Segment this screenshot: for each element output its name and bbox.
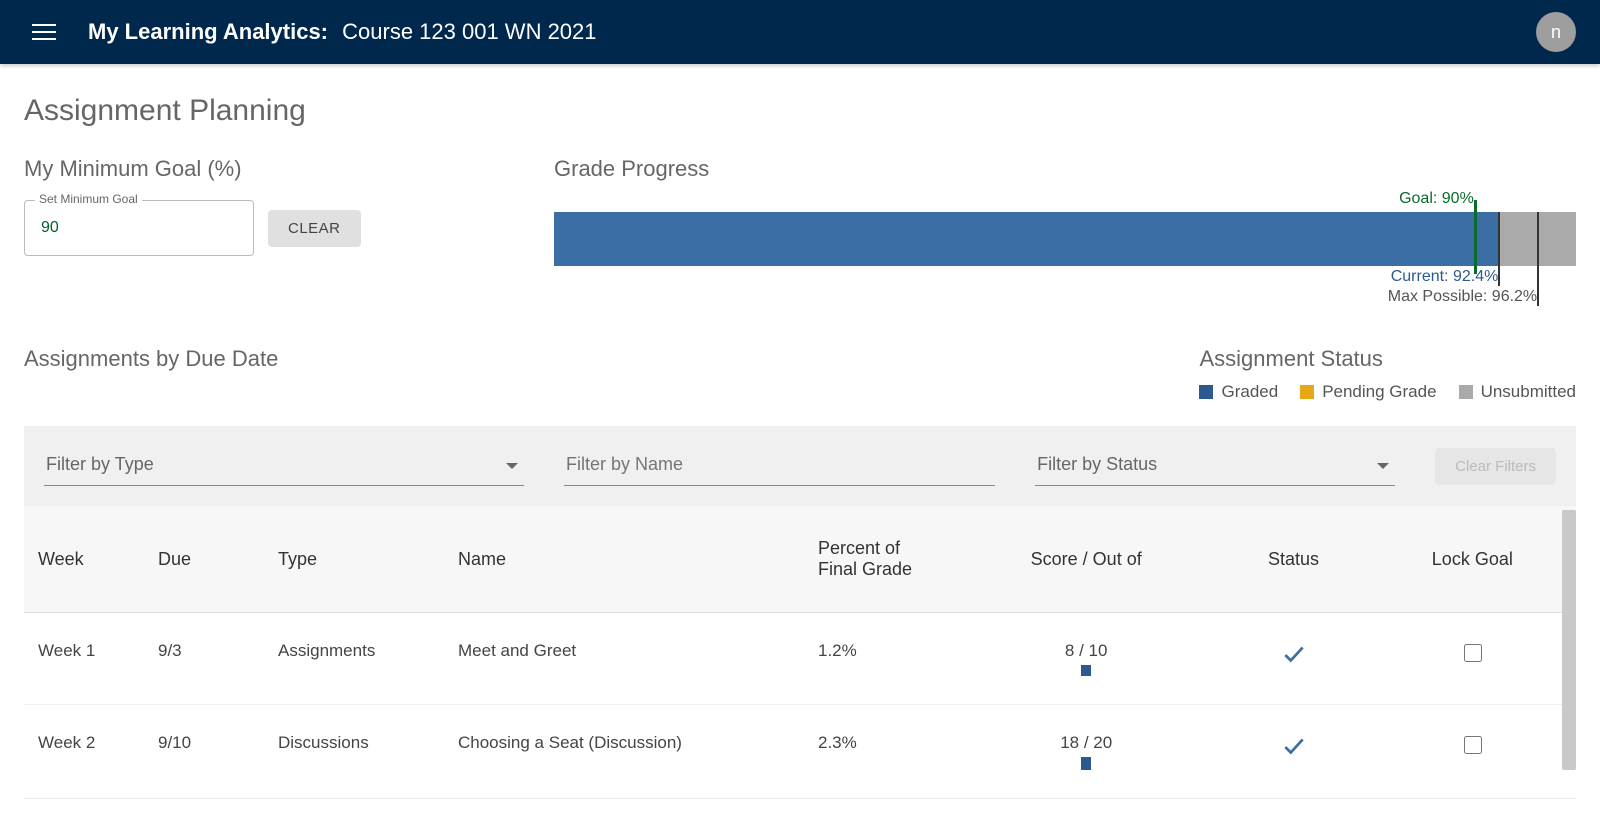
lock-goal-checkbox[interactable] bbox=[1464, 644, 1482, 662]
goal-section-title: My Minimum Goal (%) bbox=[24, 156, 514, 182]
column-header[interactable]: Status bbox=[1218, 506, 1368, 613]
app-title-course: Course 123 001 WN 2021 bbox=[342, 19, 596, 44]
table-body: Week 19/3AssignmentsMeet and Greet1.2% 8 … bbox=[24, 613, 1576, 799]
status-cell bbox=[1218, 705, 1368, 799]
chevron-down-icon bbox=[506, 463, 518, 469]
check-icon bbox=[1281, 733, 1307, 759]
menu-button[interactable] bbox=[24, 12, 64, 52]
table-cell: 9/3 bbox=[144, 613, 264, 705]
scrollbar[interactable] bbox=[1562, 510, 1576, 770]
legend-item: Pending Grade bbox=[1300, 382, 1436, 402]
score-text: 8 / 10 bbox=[968, 641, 1204, 661]
app-title: My Learning Analytics: Course 123 001 WN… bbox=[88, 19, 597, 45]
legend-item: Unsubmitted bbox=[1459, 382, 1576, 402]
table-cell: Assignments bbox=[264, 613, 444, 705]
score-cell: 18 / 20 bbox=[954, 705, 1218, 799]
column-header[interactable]: Score / Out of bbox=[954, 506, 1218, 613]
progress-bar-track bbox=[554, 212, 1576, 266]
clear-goal-button[interactable]: CLEAR bbox=[268, 210, 361, 247]
assignments-table: WeekDueTypeNamePercent of Final GradeSco… bbox=[24, 506, 1576, 799]
assignments-table-wrap: WeekDueTypeNamePercent of Final GradeSco… bbox=[24, 506, 1576, 799]
legend-swatch bbox=[1459, 385, 1473, 399]
current-label: Current: 92.4% bbox=[1391, 268, 1499, 286]
progress-section-title: Grade Progress bbox=[554, 156, 1576, 182]
filter-by-name-input-wrapper bbox=[564, 446, 995, 486]
table-row: Week 29/10DiscussionsChoosing a Seat (Di… bbox=[24, 705, 1576, 799]
legend-label: Unsubmitted bbox=[1481, 382, 1576, 402]
goal-label: Goal: 90% bbox=[1399, 190, 1474, 208]
avatar[interactable]: n bbox=[1536, 12, 1576, 52]
lock-goal-cell bbox=[1369, 705, 1576, 799]
filter-by-status-select[interactable]: Filter by Status bbox=[1035, 446, 1395, 486]
legend-swatch bbox=[1199, 385, 1213, 399]
score-mini-bar bbox=[1081, 757, 1091, 770]
column-header[interactable]: Name bbox=[444, 506, 804, 613]
column-header[interactable]: Lock Goal bbox=[1369, 506, 1576, 613]
check-icon bbox=[1281, 641, 1307, 667]
legend-label: Graded bbox=[1221, 382, 1278, 402]
page-title: Assignment Planning bbox=[24, 94, 1576, 128]
filter-by-type-select[interactable]: Filter by Type bbox=[44, 446, 524, 486]
filter-by-type-label: Filter by Type bbox=[46, 454, 154, 474]
goal-marker bbox=[1474, 200, 1477, 274]
score-mini-bar bbox=[1081, 665, 1091, 676]
lock-goal-cell bbox=[1369, 613, 1576, 705]
clear-filters-button[interactable]: Clear Filters bbox=[1435, 448, 1556, 485]
status-cell bbox=[1218, 613, 1368, 705]
table-cell: Week 2 bbox=[24, 705, 144, 799]
table-cell: 2.3% bbox=[804, 705, 954, 799]
table-cell: Meet and Greet bbox=[444, 613, 804, 705]
table-row: Week 19/3AssignmentsMeet and Greet1.2% 8 … bbox=[24, 613, 1576, 705]
column-header[interactable]: Due bbox=[144, 506, 264, 613]
column-header[interactable]: Week bbox=[24, 506, 144, 613]
legend-item: Graded bbox=[1199, 382, 1278, 402]
avatar-initial: n bbox=[1551, 22, 1561, 43]
lock-goal-checkbox[interactable] bbox=[1464, 736, 1482, 754]
max-label: Max Possible: 96.2% bbox=[1388, 288, 1537, 306]
status-section-title: Assignment Status bbox=[1199, 346, 1576, 372]
score-cell: 8 / 10 bbox=[954, 613, 1218, 705]
filter-by-name-input[interactable] bbox=[564, 446, 995, 486]
legend-label: Pending Grade bbox=[1322, 382, 1436, 402]
column-header[interactable]: Percent of Final Grade bbox=[804, 506, 954, 613]
status-legend: Graded Pending Grade Unsubmitted bbox=[1199, 382, 1576, 402]
table-cell: 1.2% bbox=[804, 613, 954, 705]
table-cell: Discussions bbox=[264, 705, 444, 799]
assignments-section-title: Assignments by Due Date bbox=[24, 346, 278, 372]
progress-bar-fill bbox=[554, 212, 1498, 266]
table-cell: 9/10 bbox=[144, 705, 264, 799]
table-cell: Choosing a Seat (Discussion) bbox=[444, 705, 804, 799]
app-bar: My Learning Analytics: Course 123 001 WN… bbox=[0, 0, 1600, 64]
hamburger-icon bbox=[32, 20, 56, 44]
app-title-label: My Learning Analytics: bbox=[88, 19, 328, 44]
legend-swatch bbox=[1300, 385, 1314, 399]
grade-progress-chart: Goal: 90% Current: 92.4% Max Possible: 9… bbox=[554, 200, 1576, 316]
column-header[interactable]: Type bbox=[264, 506, 444, 613]
table-header-row: WeekDueTypeNamePercent of Final GradeSco… bbox=[24, 506, 1576, 613]
goal-input[interactable] bbox=[39, 218, 239, 238]
filter-by-status-label: Filter by Status bbox=[1037, 454, 1157, 474]
goal-input-wrapper: Set Minimum Goal bbox=[24, 200, 254, 256]
score-text: 18 / 20 bbox=[968, 733, 1204, 753]
goal-input-label: Set Minimum Goal bbox=[35, 192, 142, 206]
chevron-down-icon bbox=[1377, 463, 1389, 469]
filter-bar: Filter by Type Filter by Status Clear Fi… bbox=[24, 426, 1576, 506]
table-cell: Week 1 bbox=[24, 613, 144, 705]
